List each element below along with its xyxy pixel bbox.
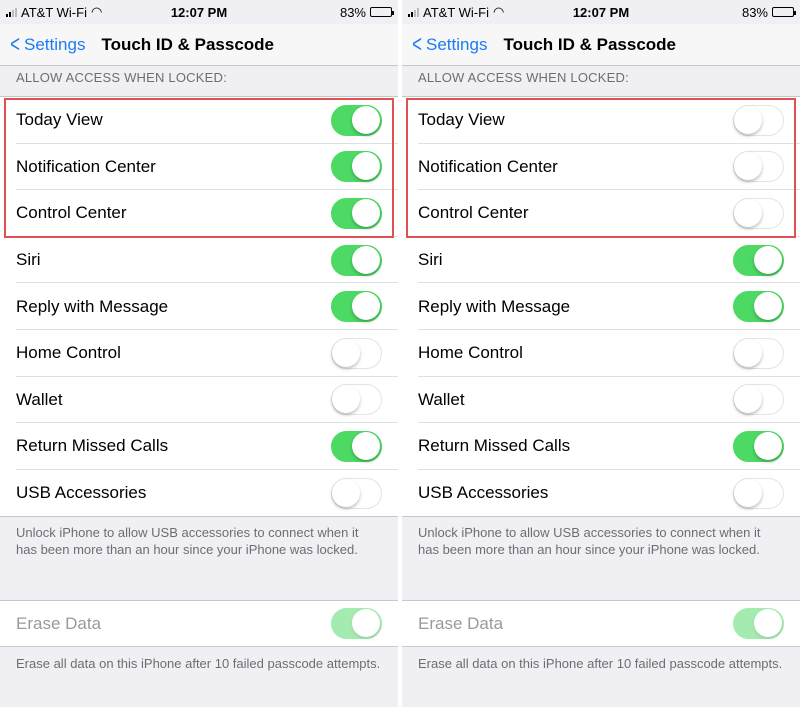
erase-footnote: Erase all data on this iPhone after 10 f… [418, 656, 783, 671]
back-label: Settings [24, 34, 86, 54]
back-button[interactable]: < Settings [402, 30, 488, 58]
settings-row-usb-accessories: USB Accessories [0, 470, 398, 517]
signal-icon [408, 7, 419, 17]
erase-data-toggle [331, 608, 382, 639]
row-label: Reply with Message [16, 296, 169, 316]
battery-percent: 83% [741, 4, 768, 20]
row-label: Control Center [418, 203, 529, 223]
settings-list: Today View Notification Center Control Cen… [0, 96, 398, 518]
status-bar: AT&T Wi-Fi ◠ 12:07 PM 83% [402, 0, 800, 24]
settings-row-control-center: Control Center [402, 190, 800, 237]
toggle-switch[interactable] [733, 477, 784, 509]
screen-right: AT&T Wi-Fi ◠ 12:07 PM 83% < Settings Tou… [402, 0, 800, 707]
row-label: Siri [16, 250, 41, 270]
nav-bar: < Settings Touch ID & Passcode [0, 24, 398, 66]
erase-data-label: Erase Data [16, 613, 102, 633]
toggle-switch[interactable] [733, 430, 784, 462]
toggle-switch[interactable] [733, 104, 784, 136]
toggle-switch[interactable] [331, 430, 382, 462]
erase-data-toggle [733, 608, 784, 639]
toggle-switch[interactable] [331, 244, 382, 276]
erase-data-row: Erase Data [0, 600, 398, 647]
settings-row-home-control: Home Control [402, 330, 800, 377]
erase-data-label: Erase Data [418, 613, 504, 633]
settings-row-wallet: Wallet [0, 377, 398, 424]
toggle-switch[interactable] [733, 244, 784, 276]
section-header: ALLOW ACCESS WHEN LOCKED: [418, 70, 629, 85]
toggle-switch[interactable] [331, 151, 382, 183]
toggle-switch[interactable] [331, 197, 382, 229]
chevron-left-icon: < [10, 30, 20, 58]
settings-row-today-view: Today View [0, 97, 398, 144]
row-label: Return Missed Calls [16, 436, 169, 456]
battery-icon [370, 7, 394, 17]
row-label: Home Control [16, 343, 121, 363]
settings-row-return-missed-calls: Return Missed Calls [402, 423, 800, 470]
settings-row-notification-center: Notification Center [402, 144, 800, 191]
row-label: USB Accessories [16, 483, 147, 503]
settings-row-control-center: Control Center [0, 190, 398, 237]
settings-row-siri: Siri [0, 237, 398, 284]
wifi-icon: ◠ [492, 4, 505, 19]
settings-row-wallet: Wallet [402, 377, 800, 424]
settings-row-reply-with-message: Reply with Message [0, 283, 398, 330]
row-label: Wallet [418, 389, 465, 409]
screen-left: AT&T Wi-Fi ◠ 12:07 PM 83% < Settings Tou… [0, 0, 398, 707]
row-label: Reply with Message [418, 296, 571, 316]
settings-row-return-missed-calls: Return Missed Calls [0, 423, 398, 470]
row-label: Notification Center [16, 156, 156, 176]
status-bar: AT&T Wi-Fi ◠ 12:07 PM 83% [0, 0, 398, 24]
status-time: 12:07 PM [572, 4, 630, 20]
wifi-icon: ◠ [90, 4, 103, 19]
carrier-label: AT&T Wi-Fi [21, 4, 87, 20]
toggle-switch[interactable] [331, 291, 382, 323]
settings-row-notification-center: Notification Center [0, 144, 398, 191]
settings-row-home-control: Home Control [0, 330, 398, 377]
settings-row-reply-with-message: Reply with Message [402, 283, 800, 330]
toggle-switch[interactable] [331, 337, 382, 369]
status-time: 12:07 PM [170, 4, 228, 20]
back-button[interactable]: < Settings [0, 30, 86, 58]
row-label: Home Control [418, 343, 523, 363]
row-label: Return Missed Calls [418, 436, 571, 456]
row-label: Today View [16, 110, 103, 130]
chevron-left-icon: < [412, 30, 422, 58]
row-label: Notification Center [418, 156, 558, 176]
row-label: USB Accessories [418, 483, 549, 503]
back-label: Settings [426, 34, 488, 54]
page-title: Touch ID & Passcode [503, 34, 677, 54]
usb-footnote: Unlock iPhone to allow USB accessories t… [418, 525, 761, 557]
usb-footnote: Unlock iPhone to allow USB accessories t… [16, 525, 359, 557]
settings-list: Today View Notification Center Control Cen… [402, 96, 800, 518]
settings-row-today-view: Today View [402, 97, 800, 144]
row-label: Control Center [16, 203, 127, 223]
row-label: Wallet [16, 389, 63, 409]
settings-row-siri: Siri [402, 237, 800, 284]
signal-icon [6, 7, 17, 17]
carrier-label: AT&T Wi-Fi [423, 4, 489, 20]
toggle-switch[interactable] [331, 384, 382, 416]
battery-percent: 83% [339, 4, 366, 20]
erase-data-row: Erase Data [402, 600, 800, 647]
nav-bar: < Settings Touch ID & Passcode [402, 24, 800, 66]
toggle-switch[interactable] [331, 104, 382, 136]
toggle-switch[interactable] [733, 197, 784, 229]
toggle-switch[interactable] [331, 477, 382, 509]
battery-icon [772, 7, 796, 17]
toggle-switch[interactable] [733, 151, 784, 183]
toggle-switch[interactable] [733, 291, 784, 323]
section-header: ALLOW ACCESS WHEN LOCKED: [16, 70, 227, 85]
toggle-switch[interactable] [733, 384, 784, 416]
row-label: Siri [418, 250, 443, 270]
row-label: Today View [418, 110, 505, 130]
page-title: Touch ID & Passcode [101, 34, 275, 54]
settings-row-usb-accessories: USB Accessories [402, 470, 800, 517]
erase-footnote: Erase all data on this iPhone after 10 f… [16, 656, 381, 671]
toggle-switch[interactable] [733, 337, 784, 369]
